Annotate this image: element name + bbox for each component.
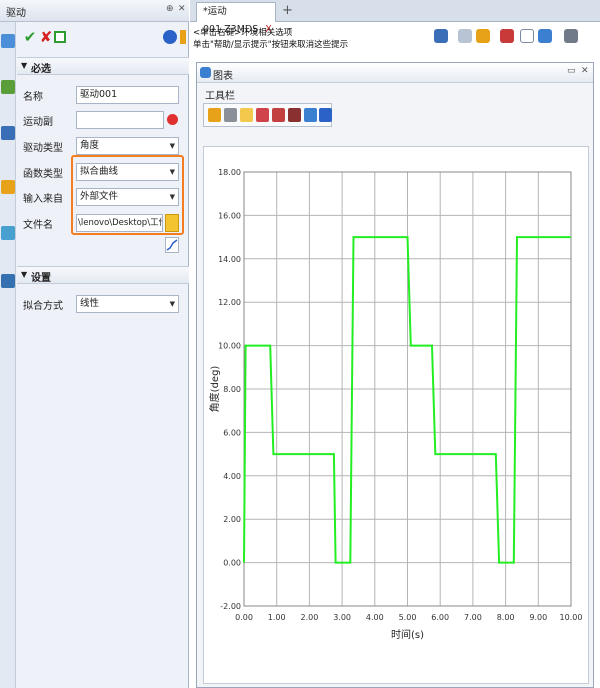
info-icon[interactable]: [163, 30, 177, 44]
y-axis-label: 角度(deg): [208, 366, 221, 413]
zoom-icon[interactable]: [304, 108, 317, 122]
x-axis-label: 时间(s): [391, 628, 424, 641]
tree-icon[interactable]: [1, 126, 15, 140]
render-icon[interactable]: [476, 29, 490, 43]
y-tick-label: 14.00: [218, 255, 241, 264]
view-toolbar: [430, 27, 600, 47]
image-icon[interactable]: [1, 226, 15, 240]
fit-method-value: 线性: [80, 298, 100, 309]
pin-button[interactable]: ⊕: [166, 4, 174, 14]
x-tick-label: 7.00: [464, 613, 482, 622]
axis-icon[interactable]: [500, 29, 514, 43]
fit-method-select[interactable]: 线性 ▼: [76, 295, 179, 313]
y-tick-label: 8.00: [223, 385, 241, 394]
chart-area: -2.00 0.00 2.00 4.00 6.00 8.00 10.00 12.00 14.00…: [203, 146, 589, 684]
joint-input[interactable]: [76, 111, 164, 129]
x-tick-label: 3.00: [333, 613, 351, 622]
y-tick-label: 10.00: [218, 342, 241, 351]
chart-window-close-button[interactable]: ✕: [581, 66, 589, 76]
new-tab-button[interactable]: +: [282, 3, 293, 18]
cancel-button[interactable]: ✘: [37, 28, 55, 46]
help-icon[interactable]: [180, 30, 186, 44]
dropdown-arrow-icon: ▼: [169, 300, 175, 308]
export-icon[interactable]: [208, 108, 221, 122]
x-tick-label: 9.00: [529, 613, 547, 622]
view-orient-icon[interactable]: [458, 29, 472, 43]
angle-time-chart[interactable]: -2.00 0.00 2.00 4.00 6.00 8.00 10.00 12.00 14.00…: [204, 147, 590, 685]
close-panel-button[interactable]: ✕: [178, 4, 186, 14]
print-icon[interactable]: [224, 108, 237, 122]
highlight-box: [71, 155, 184, 235]
part-icon[interactable]: [1, 34, 15, 48]
y-axis-icon[interactable]: [288, 108, 301, 122]
hint-line-2: 单击"帮助/显示提示"按钮来取消这些提示: [193, 40, 349, 50]
y-tick-label: 6.00: [223, 428, 241, 437]
fit-method-label: 拟合方式: [23, 301, 63, 312]
name-input[interactable]: 驱动001: [76, 86, 179, 104]
chart-window-title: 图表: [213, 71, 233, 82]
driver-panel: 驱动 ⊕ ✕ ✔ ✘ ▼ 必选 名称 驱动001 运动副 驱动类型 角度 ▼ 函…: [0, 0, 189, 688]
drive-type-select[interactable]: 角度 ▼: [76, 137, 179, 155]
layer-icon[interactable]: [564, 29, 578, 43]
function-type-label: 函数类型: [23, 169, 63, 180]
collapse-arrow-icon: ▼: [21, 270, 28, 279]
x-tick-label: 10.00: [560, 613, 583, 622]
dropdown-arrow-icon: ▼: [169, 142, 175, 150]
x-tick-label: 4.00: [366, 613, 384, 622]
chart-toolbar-group: [203, 103, 332, 127]
x-tick-label: 5.00: [399, 613, 417, 622]
joint-label: 运动副: [23, 117, 53, 128]
required-section-header[interactable]: ▼ 必选: [17, 57, 189, 75]
y-tick-label: 18.00: [218, 168, 241, 177]
y-tick-label: -2.00: [220, 602, 241, 611]
chart-window-titlebar: 图表 ▭ ✕: [197, 63, 593, 83]
x-tick-label: 2.00: [300, 613, 318, 622]
tab-motion001[interactable]: *运动001.Z3MDS X: [196, 2, 276, 35]
panel-title: 驱动: [6, 8, 26, 19]
window-icon[interactable]: [520, 29, 534, 43]
chart-toolbar: 工具栏: [203, 87, 332, 136]
y-tick-label: 4.00: [223, 472, 241, 481]
view-cube-icon[interactable]: [434, 29, 448, 43]
y-tick-label: 16.00: [218, 211, 241, 220]
filter-icon[interactable]: [538, 29, 552, 43]
chart-type-icon[interactable]: [256, 108, 269, 122]
y-tick-label: 12.00: [218, 298, 241, 307]
user-icon[interactable]: [1, 274, 15, 288]
required-section-title: 必选: [31, 64, 51, 75]
drive-type-label: 驱动类型: [23, 143, 63, 154]
x-tick-label: 1.00: [268, 613, 286, 622]
panel-titlebar: 驱动 ⊕ ✕: [0, 0, 189, 22]
chart-toolbar-label: 工具栏: [205, 91, 235, 102]
document-tabbar: *运动001.Z3MDS X +: [190, 0, 600, 35]
curve-preview-icon[interactable]: [165, 237, 179, 253]
joint-pick-icon[interactable]: [167, 114, 178, 125]
panel-toolbar: ✔ ✘: [17, 22, 189, 54]
chart-window-restore-button[interactable]: ▭: [567, 66, 576, 76]
y-tick-label: 2.00: [223, 515, 241, 524]
y-tick-label: 0.00: [223, 559, 241, 568]
x-tick-label: 6.00: [431, 613, 449, 622]
settings-section-header[interactable]: ▼ 设置: [17, 266, 189, 284]
x-tick-label: 8.00: [497, 613, 515, 622]
hint-text: <单击右键>环境相关选项 单击"帮助/显示提示"按钮来取消这些提示: [193, 27, 348, 51]
collapse-arrow-icon: ▼: [21, 61, 28, 70]
x-axis-icon[interactable]: [272, 108, 285, 122]
hint-line-1: <单击右键>环境相关选项: [193, 28, 293, 38]
apply-icon[interactable]: [54, 31, 66, 43]
settings-section-title: 设置: [31, 273, 51, 284]
settings-icon[interactable]: [319, 108, 332, 122]
chart-window-icon: [200, 67, 211, 78]
file-name-label: 文件名: [23, 220, 53, 231]
drive-type-value: 角度: [80, 140, 100, 151]
side-icon-strip: [0, 22, 16, 688]
x-tick-label: 0.00: [235, 613, 253, 622]
open-icon[interactable]: [240, 108, 253, 122]
name-label: 名称: [23, 92, 43, 103]
input-source-label: 输入来自: [23, 194, 63, 205]
gear-icon[interactable]: [1, 80, 15, 94]
cube-icon[interactable]: [1, 180, 15, 194]
